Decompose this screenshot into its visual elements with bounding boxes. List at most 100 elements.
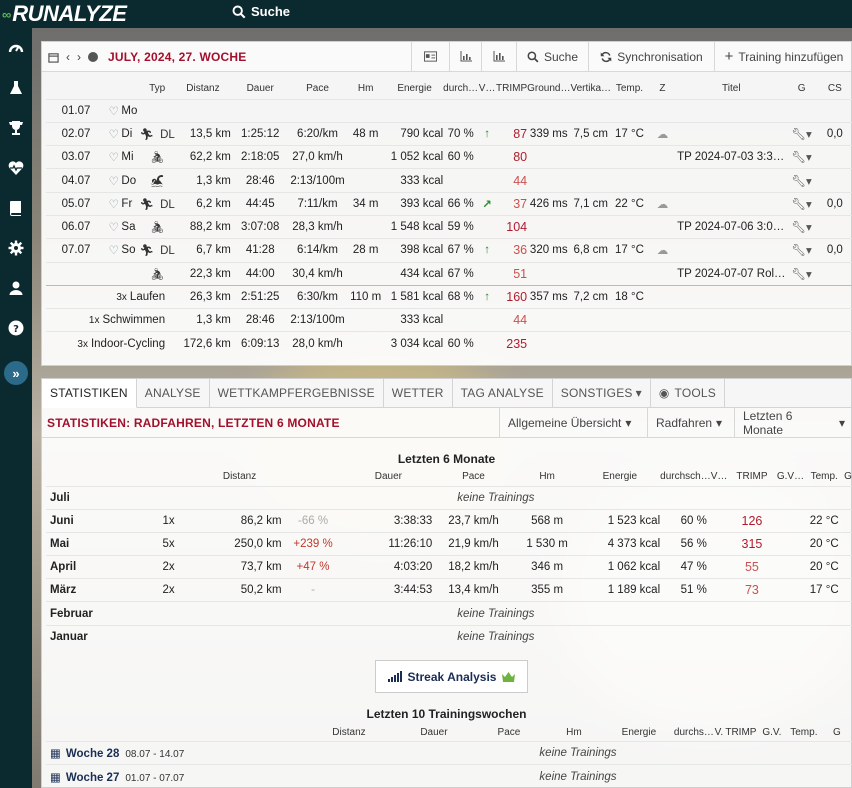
trophy-icon[interactable] [4,116,28,140]
day-row[interactable]: 04.07 ♡ Do 🏊︎ 1,3 km 28:46 2:13/100m 333 kcal 44… [46,168,852,193]
month-row[interactable]: Juli keine Trainings [46,485,852,510]
column-header[interactable]: Distanz [175,79,231,99]
column-header[interactable]: CS [818,79,852,99]
column-header[interactable] [106,79,121,99]
column-header[interactable]: Hm [515,468,580,486]
tab-analyse[interactable]: ANALYSE [137,379,210,407]
column-header[interactable]: G [786,79,818,99]
gear-icon[interactable] [4,236,28,260]
day-row[interactable]: 01.07 ♡ Mo [46,98,852,123]
wrench-icon[interactable]: 🔧︎▾ [791,269,811,281]
day-row[interactable]: 07.07 ♡ So 🏃︎ DL 6,7 km 41:28 6:14/km 28 m 398 kc… [46,238,852,263]
streak-analysis-button[interactable]: Streak Analysis [375,660,528,693]
column-header[interactable]: Energie [604,725,674,741]
column-header[interactable]: Energie [386,79,443,99]
calendar-icon[interactable] [48,52,59,63]
column-header[interactable]: Temp. [786,725,822,741]
prev-week-icon[interactable]: ‹ [66,50,70,64]
column-header[interactable]: Ground… [527,79,570,99]
column-header[interactable]: durch… [443,79,478,99]
wrench-icon[interactable]: 🔧︎▾ [791,222,811,234]
tab-tools[interactable]: ◉ TOOLS [651,379,725,407]
column-header[interactable]: G.V… [777,468,805,486]
sport-dropdown[interactable]: Radfahren ▾ [647,408,734,437]
wrench-icon[interactable]: 🔧︎▾ [791,199,811,211]
column-header[interactable]: Titel [677,79,785,99]
column-header[interactable]: G.V. [758,725,786,741]
day-row[interactable]: 02.07 ♡ Di 🏃︎ DL 13,5 km 1:25:12 6:20/km 48 m 790… [46,121,852,146]
tools-cell[interactable]: 🔧︎▾ [785,261,818,286]
tools-cell[interactable]: 🔧︎▾ [785,168,818,193]
column-header[interactable]: TRIMP [496,79,527,99]
column-header[interactable]: V. [714,725,724,741]
top-search-button[interactable]: Suche [232,4,290,19]
column-header[interactable]: Distanz [304,725,394,741]
logo[interactable]: ∞ RUNALYZE [2,1,127,27]
column-header[interactable]: Pace [474,725,544,741]
column-header[interactable]: V… [478,79,496,99]
month-row[interactable]: Februar keine Trainings [46,601,852,626]
column-header[interactable]: Pace [290,79,346,99]
column-header[interactable] [282,468,345,486]
column-header[interactable]: G [844,468,852,486]
month-row[interactable]: April 2x 73,7 km +47 % 4:03:20 18,2 km/h 346 m… [46,555,852,579]
day-row[interactable]: 🚴︎ 22,3 km 44:00 30,4 km/h 434 kcal 67 % 51 TP … [46,261,852,286]
month-row[interactable]: Juni 1x 86,2 km -66 % 3:38:33 23,7 km/h 568 m1… [46,508,852,533]
column-header[interactable]: Temp. [804,468,843,486]
tab-sonstiges[interactable]: SONSTIGES ▾ [553,379,651,407]
period-dropdown[interactable]: Letzten 6 Monate ▾ [734,408,852,437]
day-row[interactable]: 03.07 ♡ Mi 🚴︎ 62,2 km 2:18:05 27,0 km/h 1 052 k… [46,145,852,169]
column-header[interactable] [46,468,140,486]
column-header[interactable] [140,468,198,486]
id-card-button[interactable] [411,42,449,71]
wrench-icon[interactable]: 🔧︎▾ [791,129,811,141]
dashboard-icon[interactable] [4,36,28,60]
week-row[interactable]: ▦ Woche 28 08.07 - 14.07 keine Trainings [46,740,852,765]
tools-cell[interactable]: 🔧︎▾ [785,121,818,146]
month-row[interactable]: Mai 5x 250,0 km +239 % 11:26:10 21,9 km/h 1 53… [46,531,852,556]
column-header[interactable]: Vertika… [570,79,611,99]
current-week-icon[interactable] [88,52,98,62]
column-header[interactable]: Hm [544,725,604,741]
heart-rate-icon[interactable] [4,156,28,180]
wrench-icon[interactable]: 🔧︎▾ [791,245,811,257]
column-header[interactable]: Temp. [611,79,648,99]
column-header[interactable]: Energie [580,468,661,486]
column-header[interactable]: TRIMP [724,725,758,741]
tab-statistiken[interactable]: STATISTIKEN [42,379,137,408]
tools-cell[interactable]: 🔧︎▾ [785,214,818,239]
wrench-icon[interactable]: 🔧︎▾ [791,176,811,188]
column-header[interactable]: Dauer [231,79,290,99]
tab-tag-analyse[interactable]: TAG ANALYSE [453,379,553,407]
week-chart-button[interactable] [449,42,481,71]
expand-sidebar-button[interactable]: » [4,361,28,385]
month-chart-button[interactable] [481,42,516,71]
month-row[interactable]: März 2x 50,2 km -3:44:53 13,4 km/h 355 m1 189… [46,578,852,602]
column-header[interactable]: Pace [432,468,514,486]
add-training-button[interactable]: + Training hinzufügen [714,42,852,71]
overview-dropdown[interactable]: Allgemeine Übersicht ▾ [499,408,647,437]
column-header[interactable]: Typ [139,79,175,99]
user-icon[interactable] [4,276,28,300]
tools-cell[interactable]: 🔧︎▾ [785,238,818,263]
column-header[interactable]: Dauer [394,725,474,741]
day-row[interactable]: 05.07 ♡ Fr 🏃︎ DL 6,2 km 44:45 7:11/km 34 m 393 kc… [46,191,852,216]
day-row[interactable]: 06.07 ♡ Sa 🚴︎ 88,2 km 3:07:08 28,3 km/h 1 548 k… [46,214,852,239]
next-week-icon[interactable]: › [77,50,81,64]
column-header[interactable]: Hm [345,79,386,99]
column-header[interactable]: Distanz [197,468,281,486]
column-header[interactable]: durchsch…V… [660,468,727,486]
sync-button[interactable]: Synchronisation [588,42,714,71]
wrench-icon[interactable]: 🔧︎▾ [791,152,811,164]
book-icon[interactable] [4,196,28,220]
tools-cell[interactable] [785,98,818,123]
tools-cell[interactable]: 🔧︎▾ [785,145,818,169]
column-header[interactable] [121,79,139,99]
tab-wetter[interactable]: WETTER [384,379,453,407]
help-icon[interactable]: ? [4,316,28,340]
column-header[interactable] [46,725,304,741]
column-header[interactable]: Z [648,79,677,99]
week-row[interactable]: ▦ Woche 27 01.07 - 07.07 keine Trainings [46,764,852,788]
calendar-search-button[interactable]: Suche [516,42,588,71]
column-header[interactable]: G [822,725,852,741]
